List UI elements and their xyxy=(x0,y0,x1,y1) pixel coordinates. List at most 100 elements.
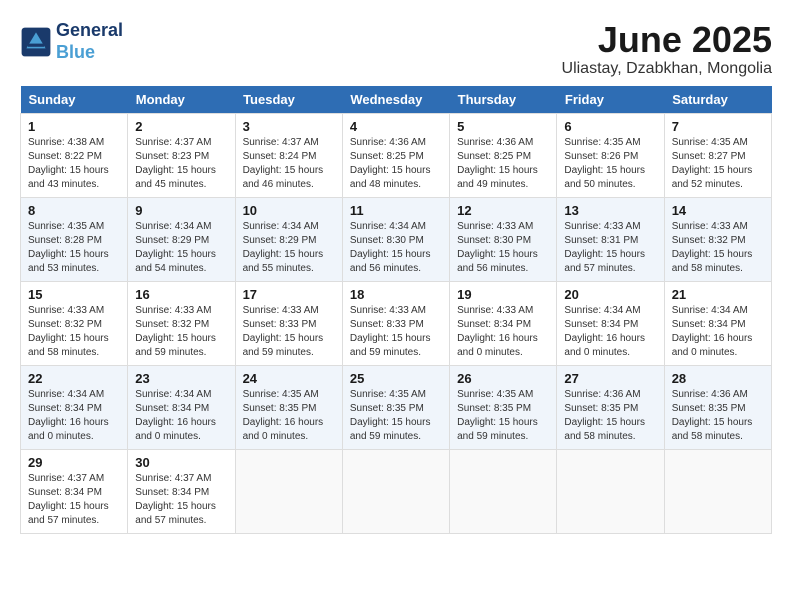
day-number: 19 xyxy=(457,287,549,302)
day-info: Sunrise: 4:34 AMSunset: 8:34 PMDaylight:… xyxy=(564,304,656,360)
day-number: 6 xyxy=(564,119,656,134)
day-cell: 11 Sunrise: 4:34 AMSunset: 8:30 PMDaylig… xyxy=(342,197,449,281)
col-header-saturday: Saturday xyxy=(664,86,771,114)
day-cell: 23 Sunrise: 4:34 AMSunset: 8:34 PMDaylig… xyxy=(128,365,235,449)
day-cell xyxy=(450,449,557,533)
day-number: 30 xyxy=(135,455,227,470)
day-number: 20 xyxy=(564,287,656,302)
day-cell: 18 Sunrise: 4:33 AMSunset: 8:33 PMDaylig… xyxy=(342,281,449,365)
day-cell: 5 Sunrise: 4:36 AMSunset: 8:25 PMDayligh… xyxy=(450,113,557,197)
day-cell: 7 Sunrise: 4:35 AMSunset: 8:27 PMDayligh… xyxy=(664,113,771,197)
day-info: Sunrise: 4:36 AMSunset: 8:25 PMDaylight:… xyxy=(350,136,442,192)
day-number: 7 xyxy=(672,119,764,134)
day-info: Sunrise: 4:33 AMSunset: 8:34 PMDaylight:… xyxy=(457,304,549,360)
day-info: Sunrise: 4:38 AMSunset: 8:22 PMDaylight:… xyxy=(28,136,120,192)
day-info: Sunrise: 4:34 AMSunset: 8:29 PMDaylight:… xyxy=(135,220,227,276)
day-number: 25 xyxy=(350,371,442,386)
day-number: 22 xyxy=(28,371,120,386)
day-number: 28 xyxy=(672,371,764,386)
day-info: Sunrise: 4:33 AMSunset: 8:30 PMDaylight:… xyxy=(457,220,549,276)
week-row-1: 1 Sunrise: 4:38 AMSunset: 8:22 PMDayligh… xyxy=(21,113,772,197)
day-number: 24 xyxy=(243,371,335,386)
day-cell xyxy=(557,449,664,533)
day-number: 3 xyxy=(243,119,335,134)
day-cell: 10 Sunrise: 4:34 AMSunset: 8:29 PMDaylig… xyxy=(235,197,342,281)
logo-icon xyxy=(20,26,52,58)
logo: General Blue xyxy=(20,20,123,63)
day-cell: 24 Sunrise: 4:35 AMSunset: 8:35 PMDaylig… xyxy=(235,365,342,449)
day-info: Sunrise: 4:37 AMSunset: 8:24 PMDaylight:… xyxy=(243,136,335,192)
day-cell: 28 Sunrise: 4:36 AMSunset: 8:35 PMDaylig… xyxy=(664,365,771,449)
col-header-wednesday: Wednesday xyxy=(342,86,449,114)
day-info: Sunrise: 4:35 AMSunset: 8:35 PMDaylight:… xyxy=(243,388,335,444)
day-cell: 4 Sunrise: 4:36 AMSunset: 8:25 PMDayligh… xyxy=(342,113,449,197)
day-number: 8 xyxy=(28,203,120,218)
col-header-tuesday: Tuesday xyxy=(235,86,342,114)
day-info: Sunrise: 4:34 AMSunset: 8:30 PMDaylight:… xyxy=(350,220,442,276)
day-cell xyxy=(235,449,342,533)
day-number: 10 xyxy=(243,203,335,218)
day-cell: 30 Sunrise: 4:37 AMSunset: 8:34 PMDaylig… xyxy=(128,449,235,533)
day-info: Sunrise: 4:33 AMSunset: 8:33 PMDaylight:… xyxy=(243,304,335,360)
day-info: Sunrise: 4:33 AMSunset: 8:32 PMDaylight:… xyxy=(28,304,120,360)
day-info: Sunrise: 4:37 AMSunset: 8:23 PMDaylight:… xyxy=(135,136,227,192)
day-info: Sunrise: 4:37 AMSunset: 8:34 PMDaylight:… xyxy=(28,472,120,528)
col-header-monday: Monday xyxy=(128,86,235,114)
week-row-2: 8 Sunrise: 4:35 AMSunset: 8:28 PMDayligh… xyxy=(21,197,772,281)
day-cell: 19 Sunrise: 4:33 AMSunset: 8:34 PMDaylig… xyxy=(450,281,557,365)
logo-line2: Blue xyxy=(56,42,123,64)
col-header-thursday: Thursday xyxy=(450,86,557,114)
day-info: Sunrise: 4:36 AMSunset: 8:35 PMDaylight:… xyxy=(672,388,764,444)
day-info: Sunrise: 4:35 AMSunset: 8:28 PMDaylight:… xyxy=(28,220,120,276)
day-cell: 26 Sunrise: 4:35 AMSunset: 8:35 PMDaylig… xyxy=(450,365,557,449)
day-cell: 17 Sunrise: 4:33 AMSunset: 8:33 PMDaylig… xyxy=(235,281,342,365)
week-row-5: 29 Sunrise: 4:37 AMSunset: 8:34 PMDaylig… xyxy=(21,449,772,533)
day-info: Sunrise: 4:35 AMSunset: 8:27 PMDaylight:… xyxy=(672,136,764,192)
day-info: Sunrise: 4:36 AMSunset: 8:25 PMDaylight:… xyxy=(457,136,549,192)
day-cell: 16 Sunrise: 4:33 AMSunset: 8:32 PMDaylig… xyxy=(128,281,235,365)
day-number: 18 xyxy=(350,287,442,302)
header-row: SundayMondayTuesdayWednesdayThursdayFrid… xyxy=(21,86,772,114)
calendar-table: SundayMondayTuesdayWednesdayThursdayFrid… xyxy=(20,86,772,534)
day-number: 1 xyxy=(28,119,120,134)
day-cell: 9 Sunrise: 4:34 AMSunset: 8:29 PMDayligh… xyxy=(128,197,235,281)
day-cell: 12 Sunrise: 4:33 AMSunset: 8:30 PMDaylig… xyxy=(450,197,557,281)
day-number: 15 xyxy=(28,287,120,302)
day-info: Sunrise: 4:34 AMSunset: 8:34 PMDaylight:… xyxy=(135,388,227,444)
logo-line1: General xyxy=(56,20,123,42)
day-info: Sunrise: 4:34 AMSunset: 8:29 PMDaylight:… xyxy=(243,220,335,276)
day-cell: 29 Sunrise: 4:37 AMSunset: 8:34 PMDaylig… xyxy=(21,449,128,533)
day-number: 16 xyxy=(135,287,227,302)
day-info: Sunrise: 4:34 AMSunset: 8:34 PMDaylight:… xyxy=(28,388,120,444)
title-block: June 2025 Uliastay, Dzabkhan, Mongolia xyxy=(562,20,772,78)
day-cell xyxy=(342,449,449,533)
day-info: Sunrise: 4:34 AMSunset: 8:34 PMDaylight:… xyxy=(672,304,764,360)
day-info: Sunrise: 4:33 AMSunset: 8:32 PMDaylight:… xyxy=(672,220,764,276)
day-number: 11 xyxy=(350,203,442,218)
page-header: General Blue June 2025 Uliastay, Dzabkha… xyxy=(20,20,772,78)
day-cell: 3 Sunrise: 4:37 AMSunset: 8:24 PMDayligh… xyxy=(235,113,342,197)
day-info: Sunrise: 4:36 AMSunset: 8:35 PMDaylight:… xyxy=(564,388,656,444)
day-cell: 1 Sunrise: 4:38 AMSunset: 8:22 PMDayligh… xyxy=(21,113,128,197)
day-number: 29 xyxy=(28,455,120,470)
day-number: 13 xyxy=(564,203,656,218)
col-header-sunday: Sunday xyxy=(21,86,128,114)
day-number: 14 xyxy=(672,203,764,218)
day-cell: 20 Sunrise: 4:34 AMSunset: 8:34 PMDaylig… xyxy=(557,281,664,365)
day-cell: 27 Sunrise: 4:36 AMSunset: 8:35 PMDaylig… xyxy=(557,365,664,449)
logo-text: General Blue xyxy=(56,20,123,63)
week-row-4: 22 Sunrise: 4:34 AMSunset: 8:34 PMDaylig… xyxy=(21,365,772,449)
day-cell: 2 Sunrise: 4:37 AMSunset: 8:23 PMDayligh… xyxy=(128,113,235,197)
month-title: June 2025 xyxy=(562,20,772,60)
col-header-friday: Friday xyxy=(557,86,664,114)
day-cell: 8 Sunrise: 4:35 AMSunset: 8:28 PMDayligh… xyxy=(21,197,128,281)
day-number: 27 xyxy=(564,371,656,386)
day-info: Sunrise: 4:33 AMSunset: 8:32 PMDaylight:… xyxy=(135,304,227,360)
week-row-3: 15 Sunrise: 4:33 AMSunset: 8:32 PMDaylig… xyxy=(21,281,772,365)
day-info: Sunrise: 4:37 AMSunset: 8:34 PMDaylight:… xyxy=(135,472,227,528)
day-number: 4 xyxy=(350,119,442,134)
day-info: Sunrise: 4:33 AMSunset: 8:31 PMDaylight:… xyxy=(564,220,656,276)
day-number: 21 xyxy=(672,287,764,302)
day-number: 23 xyxy=(135,371,227,386)
day-number: 12 xyxy=(457,203,549,218)
